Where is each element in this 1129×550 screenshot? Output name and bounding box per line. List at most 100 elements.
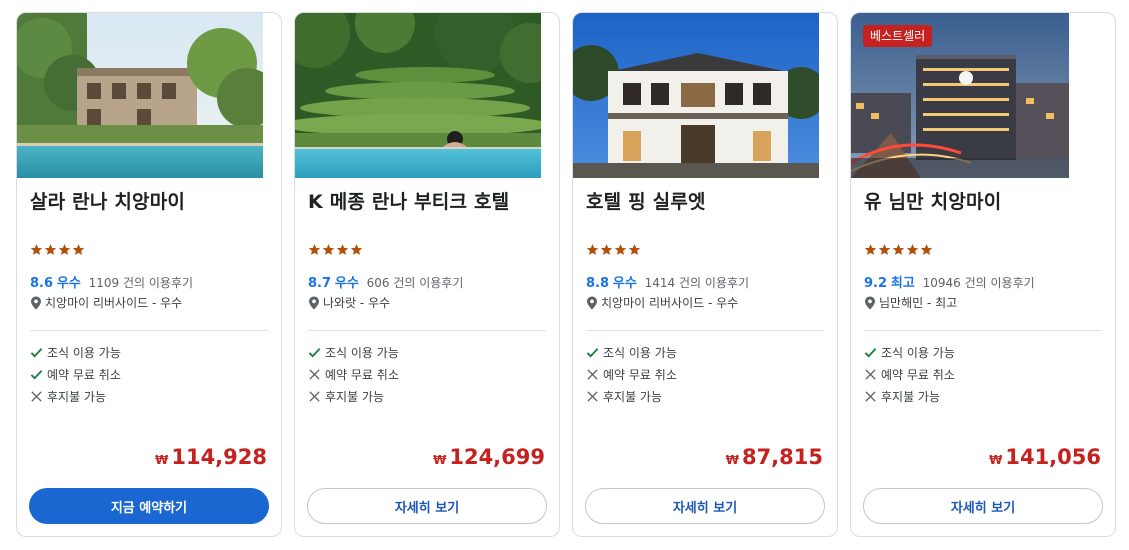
star-rating	[308, 243, 363, 261]
location-text: 치앙마이 리버사이드 - 우수	[601, 296, 739, 310]
star-icon	[920, 244, 933, 255]
amenity-pay-later: 후지불 가능	[586, 385, 677, 407]
price: ₩ 141,056	[989, 445, 1101, 469]
review-score: 8.7	[308, 276, 332, 291]
divider	[864, 330, 1102, 331]
amenity-pay-later: 후지불 가능	[308, 385, 399, 407]
check-icon	[864, 347, 877, 358]
star-icon	[350, 244, 363, 255]
location: 치앙마이 리버사이드 - 우수	[586, 294, 738, 311]
star-icon	[614, 244, 627, 255]
divider	[30, 330, 268, 331]
location-pin-icon	[31, 296, 41, 309]
hotel-card[interactable]: 살라 란나 치앙마이 8.6 우수 1109 건의 이용후기 치앙마이 리버사이…	[16, 12, 282, 537]
review-summary: 8.6 우수 1109 건의 이용후기	[30, 272, 193, 291]
hotel-card-list: 살라 란나 치앙마이 8.6 우수 1109 건의 이용후기 치앙마이 리버사이…	[16, 12, 1116, 537]
hotel-name[interactable]: 유 님만 치앙마이	[864, 187, 1105, 214]
amenity-list: 조식 이용 가능 예약 무료 취소 후지불 가능	[864, 341, 955, 407]
close-icon	[309, 390, 320, 402]
review-score-label: 최고	[890, 276, 915, 291]
review-summary: 8.8 우수 1414 건의 이용후기	[586, 272, 749, 291]
location: 님만해민 - 최고	[864, 294, 957, 311]
star-icon	[308, 244, 321, 255]
star-icon	[72, 244, 85, 255]
check-icon	[586, 347, 599, 358]
close-icon	[587, 368, 598, 380]
amenity-free-cancellation: 예약 무료 취소	[308, 363, 399, 385]
review-score-label: 우수	[612, 276, 637, 291]
hotel-name[interactable]: K 메종 란나 부티크 호텔	[308, 187, 549, 214]
view-details-button[interactable]: 자세히 보기	[307, 488, 547, 524]
amenity-breakfast: 조식 이용 가능	[308, 341, 399, 363]
hotel-photo[interactable]	[17, 13, 263, 178]
price: ₩ 114,928	[155, 445, 267, 469]
star-icon	[906, 244, 919, 255]
amenity-list: 조식 이용 가능 예약 무료 취소 후지불 가능	[586, 341, 677, 407]
review-summary: 8.7 우수 606 건의 이용후기	[308, 272, 463, 291]
price: ₩ 87,815	[726, 445, 823, 469]
amenity-free-cancellation: 예약 무료 취소	[586, 363, 677, 385]
hotel-card[interactable]: K 메종 란나 부티크 호텔 8.7 우수 606 건의 이용후기 나와랏 - …	[294, 12, 560, 537]
divider	[586, 330, 824, 331]
star-icon	[892, 244, 905, 255]
review-count: 10946 건의 이용후기	[922, 276, 1035, 290]
hotel-card[interactable]: 베스트셀러 유 님만 치앙마이 9.2 최고 10946 건의 이용후기 님만해…	[850, 12, 1116, 537]
amenity-pay-later: 후지불 가능	[30, 385, 121, 407]
book-now-button[interactable]: 지금 예약하기	[29, 488, 269, 524]
review-count: 1414 건의 이용후기	[644, 276, 750, 290]
amenity-pay-later: 후지불 가능	[864, 385, 955, 407]
review-score: 8.6	[30, 276, 54, 291]
check-icon	[30, 369, 43, 380]
hotel-photo[interactable]	[295, 13, 541, 178]
star-icon	[58, 244, 71, 255]
location-text: 나와랏 - 우수	[323, 296, 391, 310]
price-value: 87,815	[741, 445, 823, 469]
currency-symbol: ₩	[725, 453, 739, 467]
price-value: 114,928	[171, 445, 267, 469]
location-text: 치앙마이 리버사이드 - 우수	[45, 296, 183, 310]
currency-symbol: ₩	[155, 453, 169, 467]
review-score: 8.8	[586, 276, 610, 291]
price-value: 141,056	[1005, 445, 1101, 469]
review-score-label: 우수	[334, 276, 359, 291]
review-summary: 9.2 최고 10946 건의 이용후기	[864, 272, 1035, 291]
star-icon	[336, 244, 349, 255]
location: 나와랏 - 우수	[308, 294, 390, 311]
location: 치앙마이 리버사이드 - 우수	[30, 294, 182, 311]
amenity-breakfast: 조식 이용 가능	[30, 341, 121, 363]
currency-symbol: ₩	[433, 453, 447, 467]
amenity-breakfast: 조식 이용 가능	[864, 341, 955, 363]
review-count: 1109 건의 이용후기	[88, 276, 194, 290]
star-icon	[44, 244, 57, 255]
view-details-button[interactable]: 자세히 보기	[585, 488, 825, 524]
view-details-button[interactable]: 자세히 보기	[863, 488, 1103, 524]
hotel-card[interactable]: 호텔 핑 실루엣 8.8 우수 1414 건의 이용후기 치앙마이 리버사이드 …	[572, 12, 838, 537]
close-icon	[865, 390, 876, 402]
star-rating	[864, 243, 933, 261]
amenity-breakfast: 조식 이용 가능	[586, 341, 677, 363]
check-icon	[308, 347, 321, 358]
close-icon	[587, 390, 598, 402]
star-icon	[864, 244, 877, 255]
star-rating	[30, 243, 85, 261]
close-icon	[865, 368, 876, 380]
review-score-label: 우수	[56, 276, 81, 291]
price-value: 124,699	[449, 445, 545, 469]
bestseller-badge: 베스트셀러	[863, 25, 933, 47]
review-score: 9.2	[864, 276, 888, 291]
currency-symbol: ₩	[989, 453, 1003, 467]
amenity-list: 조식 이용 가능 예약 무료 취소 후지불 가능	[30, 341, 121, 407]
hotel-photo[interactable]	[573, 13, 819, 178]
star-icon	[30, 244, 43, 255]
star-icon	[586, 244, 599, 255]
hotel-name[interactable]: 살라 란나 치앙마이	[30, 187, 271, 214]
location-pin-icon	[309, 296, 319, 309]
hotel-name[interactable]: 호텔 핑 실루엣	[586, 187, 827, 214]
amenity-list: 조식 이용 가능 예약 무료 취소 후지불 가능	[308, 341, 399, 407]
amenity-free-cancellation: 예약 무료 취소	[30, 363, 121, 385]
star-rating	[586, 243, 641, 261]
check-icon	[30, 347, 43, 358]
divider	[308, 330, 546, 331]
location-text: 님만해민 - 최고	[879, 296, 958, 310]
location-pin-icon	[587, 296, 597, 309]
